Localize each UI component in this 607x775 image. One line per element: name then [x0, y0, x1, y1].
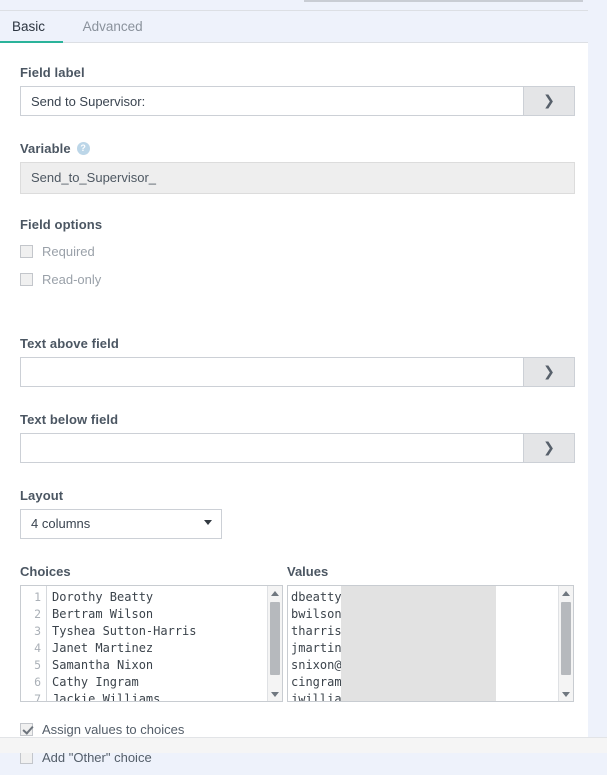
text-below-field-group: Text below field ❯ — [20, 412, 575, 463]
values-scrollbar[interactable] — [558, 586, 573, 701]
required-label: Required — [42, 244, 95, 259]
value-line: tharris@ — [291, 623, 558, 640]
tab-bar: Basic Advanced — [0, 11, 588, 43]
help-icon[interactable]: ? — [77, 142, 90, 155]
scroll-down-arrow-icon[interactable] — [559, 687, 573, 701]
option-required-row[interactable]: Required — [20, 241, 102, 261]
field-label-row: ❯ — [20, 86, 575, 116]
variable-value-field: Send_to_Supervisor_ — [20, 162, 575, 194]
tab-advanced[interactable]: Advanced — [71, 11, 165, 43]
layout-caption: Layout — [20, 488, 222, 503]
chevron-right-icon: ❯ — [543, 94, 555, 108]
line-number: 4 — [21, 640, 46, 657]
readonly-checkbox[interactable] — [20, 273, 33, 286]
footer-strip — [0, 737, 607, 753]
choices-line-number-gutter: 1 2 3 4 5 6 7 — [21, 586, 47, 701]
text-below-field-row: ❯ — [20, 433, 575, 463]
field-label-input[interactable] — [20, 86, 523, 116]
layout-group: Layout 4 columns — [20, 488, 222, 539]
line-number: 3 — [21, 623, 46, 640]
line-number: 6 — [21, 674, 46, 691]
choices-text-area[interactable]: Dorothy Beatty Bertram Wilson Tyshea Sut… — [47, 586, 267, 701]
scroll-up-arrow-icon[interactable] — [559, 586, 573, 600]
layout-select-wrap: 4 columns — [20, 509, 222, 539]
choices-group: Choices 1 2 3 4 5 6 7 Dorothy Beatty Ber… — [20, 564, 283, 702]
text-below-field-expand-button[interactable]: ❯ — [523, 433, 575, 463]
field-options-group: Field options Required Read-only — [20, 217, 102, 297]
page-right-background — [588, 10, 607, 737]
variable-caption: Variable — [20, 141, 71, 156]
chevron-right-icon: ❯ — [543, 441, 555, 455]
scroll-up-arrow-icon[interactable] — [268, 586, 282, 600]
assign-values-checkbox[interactable] — [20, 723, 33, 736]
value-line: snixon@p — [291, 657, 558, 674]
text-above-field-input[interactable] — [20, 357, 523, 387]
value-line: jmartinez@ — [291, 640, 558, 657]
assign-values-row[interactable]: Assign values to choices — [20, 719, 184, 739]
top-partial-element — [0, 0, 607, 10]
values-scrollbar-thumb[interactable] — [561, 602, 571, 675]
values-group: Values dbeatty@ bwilson@ tharris@ jmarti… — [287, 564, 574, 702]
choices-scrollbar[interactable] — [267, 586, 282, 701]
text-above-field-expand-button[interactable]: ❯ — [523, 357, 575, 387]
basic-tab-content: Field label ❯ Variable? Send_to_Supervis… — [0, 43, 588, 737]
choices-caption: Choices — [20, 564, 283, 579]
option-readonly-row[interactable]: Read-only — [20, 269, 102, 289]
choice-line: Janet Martinez — [52, 640, 267, 657]
line-number: 5 — [21, 657, 46, 674]
required-checkbox[interactable] — [20, 245, 33, 258]
variable-caption-wrap: Variable? — [20, 141, 575, 156]
choices-scrollbar-thumb[interactable] — [270, 602, 280, 675]
text-above-field-caption: Text above field — [20, 336, 575, 351]
field-label-group: Field label ❯ — [20, 65, 575, 116]
text-below-field-caption: Text below field — [20, 412, 575, 427]
assign-values-label: Assign values to choices — [42, 722, 184, 737]
field-label-caption: Field label — [20, 65, 575, 80]
line-number: 7 — [21, 691, 46, 702]
value-line: dbeatty@ — [291, 589, 558, 606]
text-above-field-group: Text above field ❯ — [20, 336, 575, 387]
field-label-expand-button[interactable]: ❯ — [523, 86, 575, 116]
layout-select[interactable]: 4 columns — [20, 509, 222, 539]
text-below-field-input[interactable] — [20, 433, 523, 463]
field-settings-page: Basic Advanced Field label ❯ Variable? — [0, 0, 607, 753]
choice-line: Samantha Nixon — [52, 657, 267, 674]
line-number: 1 — [21, 589, 46, 606]
chevron-right-icon: ❯ — [543, 365, 555, 379]
choice-line: Tyshea Sutton-Harris — [52, 623, 267, 640]
readonly-label: Read-only — [42, 272, 101, 287]
text-above-field-row: ❯ — [20, 357, 575, 387]
choice-line: Cathy Ingram — [52, 674, 267, 691]
line-number: 2 — [21, 606, 46, 623]
value-line: bwilson@ — [291, 606, 558, 623]
tab-basic[interactable]: Basic — [0, 11, 67, 43]
scroll-down-arrow-icon[interactable] — [268, 687, 282, 701]
values-caption: Values — [287, 564, 574, 579]
choice-line: Bertram Wilson — [52, 606, 267, 623]
choice-line: Jackie Williams — [52, 691, 267, 701]
partial-toolbar-body — [304, 2, 583, 10]
values-text-area[interactable]: dbeatty@ bwilson@ tharris@ jmartinez@ sn… — [288, 586, 558, 701]
settings-panel: Basic Advanced Field label ❯ Variable? — [0, 10, 588, 737]
value-line: jwilliams@ — [291, 691, 558, 701]
variable-group: Variable? Send_to_Supervisor_ — [20, 141, 575, 194]
tab-advanced-label: Advanced — [83, 19, 143, 34]
values-listbox[interactable]: dbeatty@ bwilson@ tharris@ jmartinez@ sn… — [287, 585, 574, 702]
choice-line: Dorothy Beatty — [52, 589, 267, 606]
tab-basic-label: Basic — [12, 19, 45, 34]
choices-listbox[interactable]: 1 2 3 4 5 6 7 Dorothy Beatty Bertram Wil… — [20, 585, 283, 702]
value-line: cingram@ — [291, 674, 558, 691]
field-options-caption: Field options — [20, 217, 102, 232]
